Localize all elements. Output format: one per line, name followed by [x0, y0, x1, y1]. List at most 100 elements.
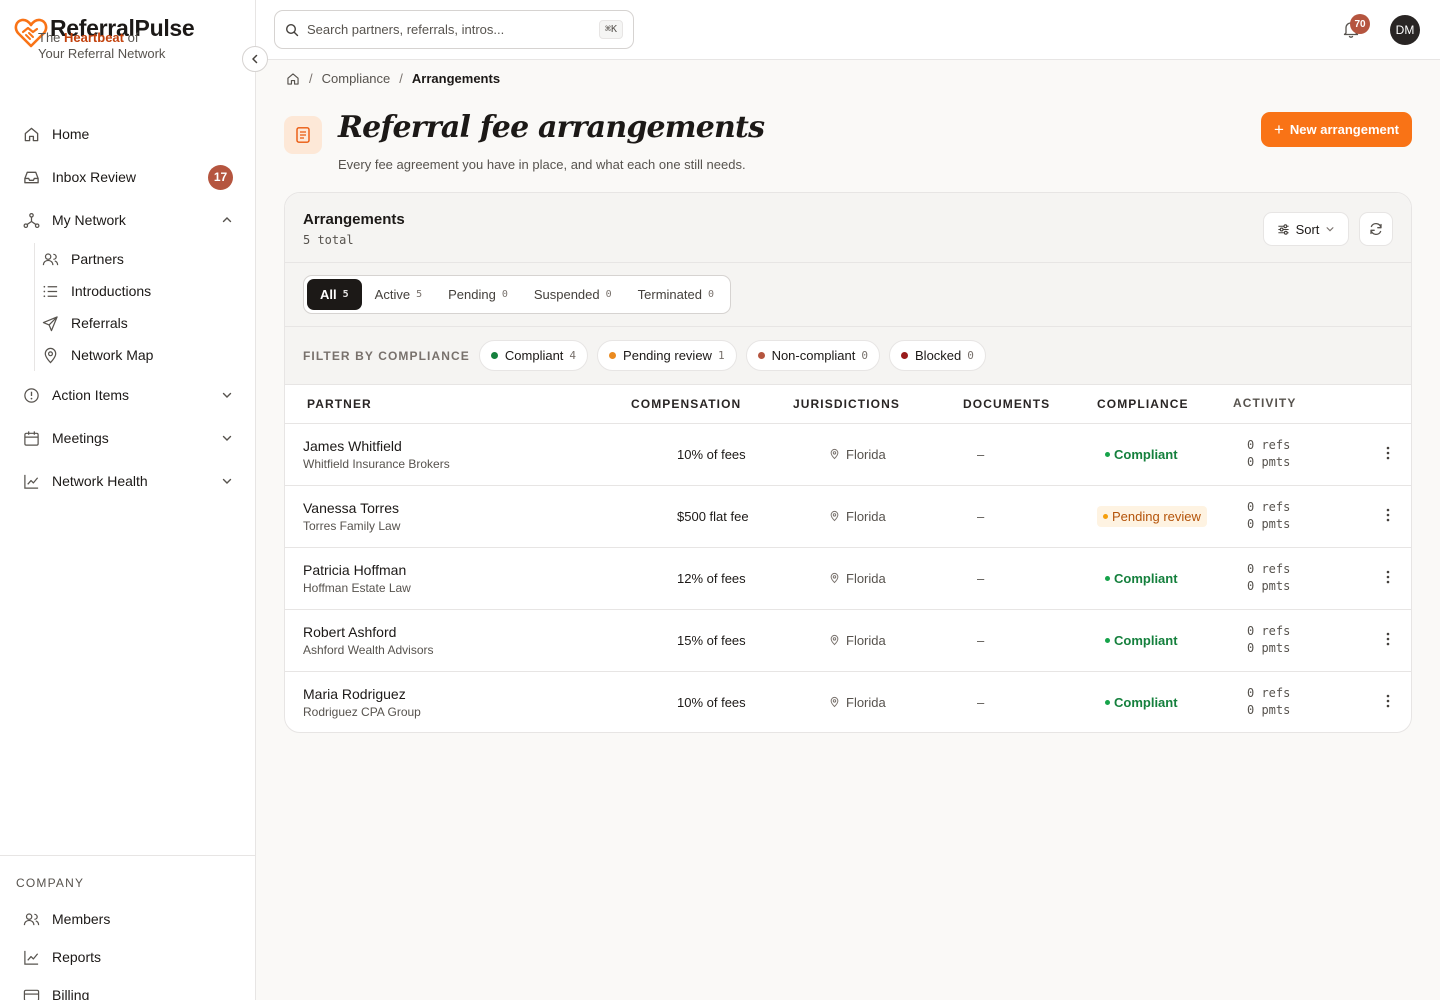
inbox-icon — [22, 168, 40, 186]
collapse-sidebar-button[interactable] — [242, 46, 268, 72]
column-header-compliance[interactable]: COMPLIANCE — [1073, 385, 1233, 424]
refresh-button[interactable] — [1359, 212, 1393, 246]
map-pin-icon — [830, 510, 839, 522]
filter-label: FILTER BY COMPLIANCE — [303, 348, 470, 363]
tab-count: 0 — [605, 289, 612, 300]
nav-billing[interactable]: Billing — [0, 976, 255, 1000]
more-vertical-icon[interactable] — [1386, 694, 1390, 708]
status-dot — [490, 352, 498, 359]
partner-firm: Rodriguez CPA Group — [303, 704, 421, 719]
calendar-icon — [22, 429, 40, 447]
nav-action-items[interactable]: Action Items — [0, 375, 255, 415]
nav-reports[interactable]: Reports — [0, 938, 255, 976]
tab-suspended[interactable]: Suspended 0 — [521, 279, 625, 310]
nav-action-items-label: Action Items — [52, 387, 130, 403]
breadcrumb-separator: / — [399, 71, 403, 86]
tab-pending[interactable]: Pending 0 — [435, 279, 521, 310]
table-row[interactable]: Vanessa Torres Torres Family Law $500 fla… — [285, 485, 1411, 548]
column-header-activity[interactable]: ACTIVITY — [1233, 385, 1365, 424]
card-title: Arrangements — [303, 211, 405, 228]
activity-refs: 0 refs — [1247, 438, 1291, 452]
refresh-icon — [1370, 222, 1382, 236]
map-pin-icon — [830, 697, 839, 708]
nav-billing-label: Billing — [52, 987, 90, 1000]
home-icon — [22, 125, 40, 143]
nav-partners[interactable]: Partners — [41, 243, 255, 275]
partner-firm: Ashford Wealth Advisors — [303, 642, 434, 657]
nav-home[interactable]: Home — [0, 114, 255, 154]
partner-name[interactable]: Robert Ashford — [303, 624, 615, 640]
activity-refs: 0 refs — [1247, 500, 1291, 514]
filter-chip-pending-review[interactable]: Pending review 1 — [597, 340, 737, 371]
main-content: Search partners, referrals, intros... ⌘K… — [256, 0, 1440, 1000]
table-row[interactable]: Maria Rodriguez Rodriguez CPA Group 10% o… — [285, 671, 1411, 732]
column-header-partner[interactable]: PARTNER — [285, 385, 615, 424]
activity-pmts: 0 pmts — [1247, 517, 1291, 531]
sort-label: Sort — [1295, 221, 1320, 237]
column-header-jurisdictions[interactable]: JURISDICTIONS — [777, 385, 939, 424]
filter-chip-compliant[interactable]: Compliant 4 — [478, 340, 589, 371]
new-arrangement-label: New arrangement — [1289, 122, 1399, 137]
map-pin-icon — [830, 634, 839, 646]
more-vertical-icon[interactable] — [1386, 446, 1390, 460]
notification-count-badge: 70 — [1350, 14, 1370, 34]
tab-count: 5 — [416, 289, 423, 300]
more-vertical-icon[interactable] — [1386, 508, 1390, 522]
search-input[interactable]: Search partners, referrals, intros... ⌘K — [274, 10, 634, 49]
filter-chip-non-compliant[interactable]: Non-compliant 0 — [745, 340, 881, 371]
top-bar: Search partners, referrals, intros... ⌘K… — [256, 0, 1440, 60]
more-vertical-icon[interactable] — [1386, 632, 1390, 646]
brand-tagline: The Heartbeat of Your Referral Network — [38, 30, 166, 61]
status-dot — [901, 352, 909, 359]
breadcrumb-compliance[interactable]: Compliance — [322, 71, 391, 86]
sort-button[interactable]: Sort — [1263, 212, 1349, 246]
documents-value: – — [939, 547, 1073, 610]
chevron-down-icon — [222, 478, 232, 484]
partner-firm: Hoffman Estate Law — [303, 580, 411, 595]
tab-active[interactable]: Active 5 — [362, 279, 435, 310]
tab-terminated[interactable]: Terminated 0 — [625, 279, 727, 310]
table-row[interactable]: Patricia Hoffman Hoffman Estate Law 12% o… — [285, 547, 1411, 610]
activity-pmts: 0 pmts — [1247, 455, 1291, 469]
partner-name[interactable]: Patricia Hoffman — [303, 562, 615, 578]
table-row[interactable]: Robert Ashford Ashford Wealth Advisors 15… — [285, 609, 1411, 672]
column-header-compensation[interactable]: COMPENSATION — [615, 385, 777, 424]
activity-refs: 0 refs — [1247, 686, 1291, 701]
nav-members[interactable]: Members — [0, 900, 255, 938]
nav-inbox-review[interactable]: Inbox Review 17 — [0, 157, 255, 197]
status-badge: Compliant — [1099, 568, 1184, 589]
activity-pmts: 0 pmts — [1247, 579, 1291, 593]
partner-name[interactable]: Vanessa Torres — [303, 500, 615, 516]
nav-network-map[interactable]: Network Map — [41, 339, 255, 371]
partner-firm: Whitfield Insurance Brokers — [303, 456, 450, 471]
status-badge: Pending review — [1097, 505, 1207, 527]
nav-my-network[interactable]: My Network — [0, 200, 255, 240]
compensation-value: 12% of fees — [615, 547, 777, 610]
network-icon — [22, 211, 40, 229]
nav-inbox-label: Inbox Review — [52, 169, 137, 185]
table-row[interactable]: James Whitfield Whitfield Insurance Broke… — [285, 423, 1411, 486]
activity-pmts: 0 pmts — [1247, 641, 1291, 655]
column-header-documents[interactable]: DOCUMENTS — [939, 385, 1073, 424]
nav-home-label: Home — [52, 126, 90, 142]
nav-network-health-label: Network Health — [52, 473, 148, 489]
map-pin-icon — [41, 346, 59, 364]
nav-meetings[interactable]: Meetings — [0, 418, 255, 458]
more-vertical-icon[interactable] — [1386, 570, 1390, 584]
partner-name[interactable]: James Whitfield — [303, 438, 615, 454]
nav-network-health[interactable]: Network Health — [0, 461, 255, 501]
partner-name[interactable]: Maria Rodriguez — [303, 686, 615, 702]
documents-value: – — [939, 423, 1073, 486]
users-icon — [22, 910, 40, 928]
filter-chip-blocked[interactable]: Blocked 0 — [889, 340, 986, 371]
avatar[interactable]: DM — [1390, 15, 1420, 45]
users-icon — [41, 250, 59, 268]
status-dot — [609, 352, 617, 359]
tab-all[interactable]: All 5 — [307, 279, 362, 310]
chevron-down-icon — [1326, 227, 1334, 232]
nav-introductions[interactable]: Introductions — [41, 275, 255, 307]
new-arrangement-button[interactable]: + New arrangement — [1260, 112, 1412, 147]
home-icon[interactable] — [286, 72, 300, 86]
nav-referrals[interactable]: Referrals — [41, 307, 255, 339]
main-nav: Home Inbox Review 17 My Network Partners — [0, 114, 255, 504]
